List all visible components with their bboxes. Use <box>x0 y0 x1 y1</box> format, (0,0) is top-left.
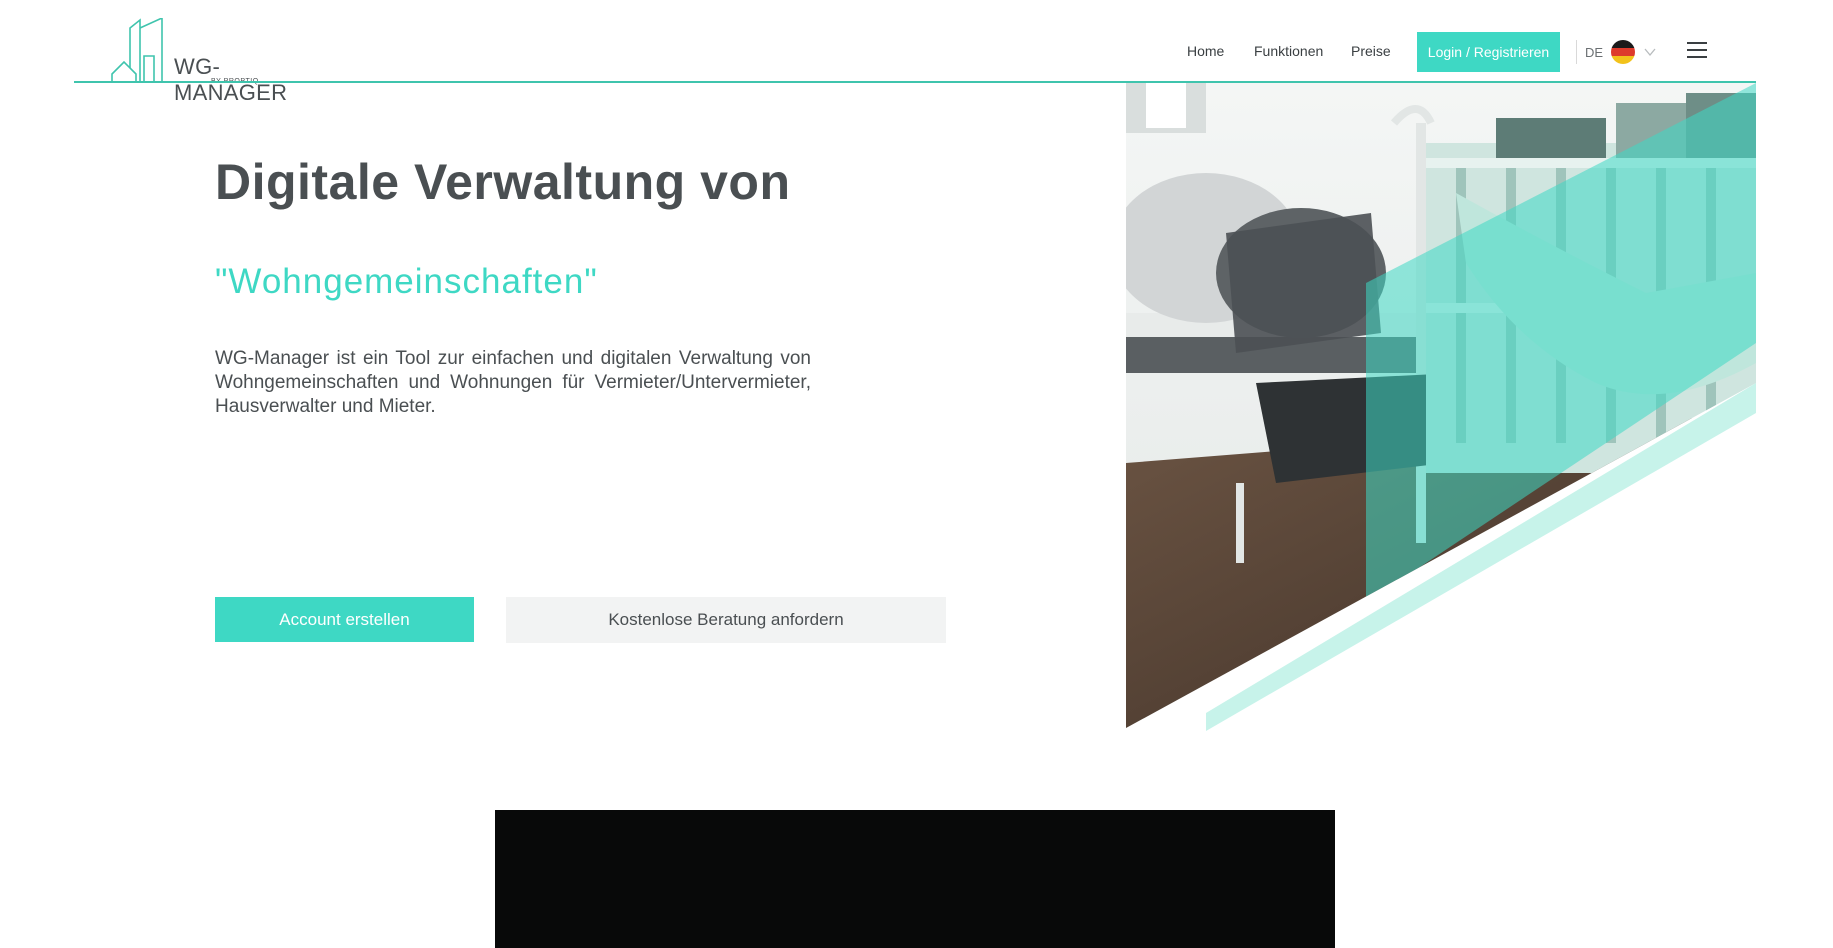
wg-manager-logo[interactable]: WG-MANAGER BY PROPTIQ <box>74 18 324 105</box>
building-outline-icon <box>74 18 174 83</box>
login-register-button[interactable]: Login / Registrieren <box>1417 32 1560 72</box>
nav-preise[interactable]: Preise <box>1351 43 1391 59</box>
language-separator <box>1576 40 1577 64</box>
chevron-down-icon <box>1644 48 1656 57</box>
nav-home[interactable]: Home <box>1187 43 1224 59</box>
hero-description: WG-Manager ist ein Tool zur einfachen un… <box>215 348 811 417</box>
hero-room-photo <box>1126 83 1756 733</box>
germany-flag-icon <box>1611 40 1636 64</box>
hero-subtitle: "Wohngemeinschaften" <box>215 262 598 301</box>
hamburger-menu-icon[interactable] <box>1687 42 1707 60</box>
site-header: WG-MANAGER BY PROPTIQ Home Funktionen Pr… <box>0 0 1833 105</box>
language-selector[interactable]: DE <box>1585 40 1657 64</box>
request-consultation-button[interactable]: Kostenlose Beratung anfordern <box>506 597 946 643</box>
create-account-button[interactable]: Account erstellen <box>215 597 474 642</box>
nav-funktionen[interactable]: Funktionen <box>1254 43 1323 59</box>
video-player[interactable] <box>495 810 1335 948</box>
language-code: DE <box>1585 44 1604 60</box>
hero-title: Digitale Verwaltung von <box>215 154 791 210</box>
